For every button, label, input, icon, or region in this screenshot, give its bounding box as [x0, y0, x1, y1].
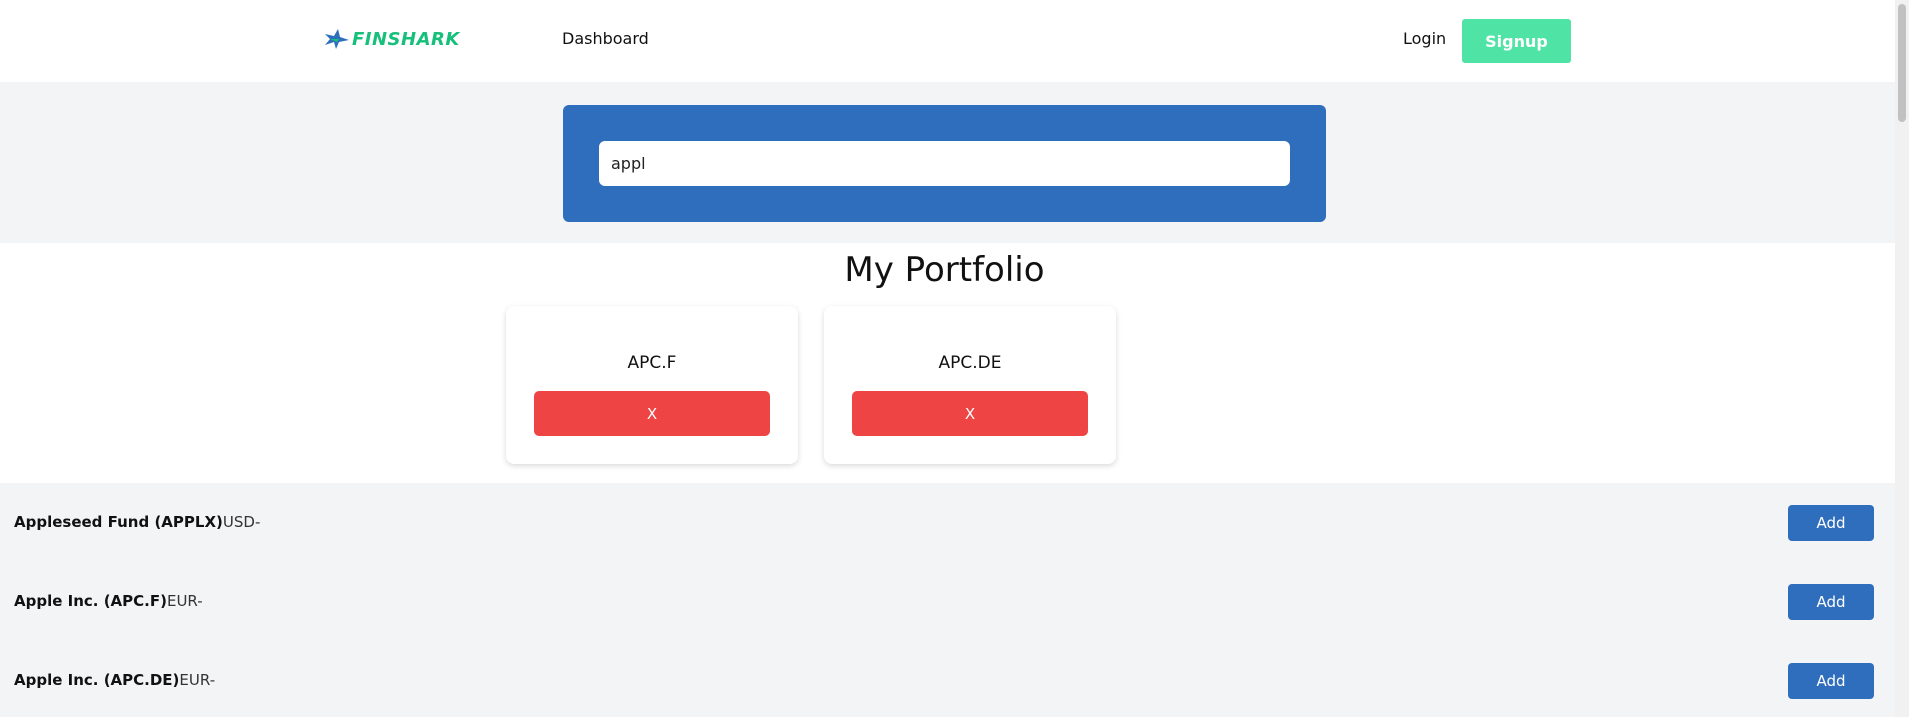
add-to-portfolio-button[interactable]: Add — [1788, 584, 1874, 620]
portfolio-title: My Portfolio — [844, 250, 1045, 290]
portfolio-card: APC.DE X — [824, 306, 1116, 464]
search-result-name: Appleseed Fund (APPLX) — [14, 513, 223, 531]
logo-text: FINSHARK — [352, 28, 460, 50]
search-result-name: Apple Inc. (APC.F) — [14, 592, 167, 610]
portfolio-card-symbol: APC.DE — [938, 353, 1002, 373]
remove-from-portfolio-button[interactable]: X — [852, 391, 1088, 436]
search-result-row: Appleseed Fund (APPLX)USD- Add — [0, 483, 1895, 562]
page-scrollbar[interactable] — [1895, 0, 1909, 717]
search-result-label: Apple Inc. (APC.F)EUR- — [14, 592, 203, 610]
remove-from-portfolio-button[interactable]: X — [534, 391, 770, 436]
search-result-label: Appleseed Fund (APPLX)USD- — [14, 513, 260, 531]
add-to-portfolio-button[interactable]: Add — [1788, 663, 1874, 699]
navbar: FINSHARK Dashboard Login Signup — [0, 0, 1895, 82]
shark-icon — [325, 29, 349, 49]
search-result-row: Apple Inc. (APC.DE)EUR- Add — [0, 641, 1895, 717]
search-result-row: Apple Inc. (APC.F)EUR- Add — [0, 562, 1895, 641]
search-result-currency: EUR- — [179, 671, 216, 689]
login-link[interactable]: Login — [1403, 29, 1446, 48]
search-result-currency: EUR- — [166, 592, 203, 610]
search-input[interactable] — [599, 141, 1290, 186]
search-result-label: Apple Inc. (APC.DE)EUR- — [14, 671, 215, 689]
portfolio-card: APC.F X — [506, 306, 798, 464]
scrollbar-thumb[interactable] — [1898, 4, 1906, 122]
search-result-name: Apple Inc. (APC.DE) — [14, 671, 180, 689]
portfolio-card-symbol: APC.F — [627, 353, 677, 373]
search-results-list: Appleseed Fund (APPLX)USD- Add Apple Inc… — [0, 483, 1895, 717]
search-result-currency: USD- — [222, 513, 261, 531]
signup-button[interactable]: Signup — [1462, 19, 1571, 63]
add-to-portfolio-button[interactable]: Add — [1788, 505, 1874, 541]
finshark-logo[interactable]: FINSHARK — [324, 28, 460, 50]
nav-dashboard-link[interactable]: Dashboard — [562, 29, 649, 48]
